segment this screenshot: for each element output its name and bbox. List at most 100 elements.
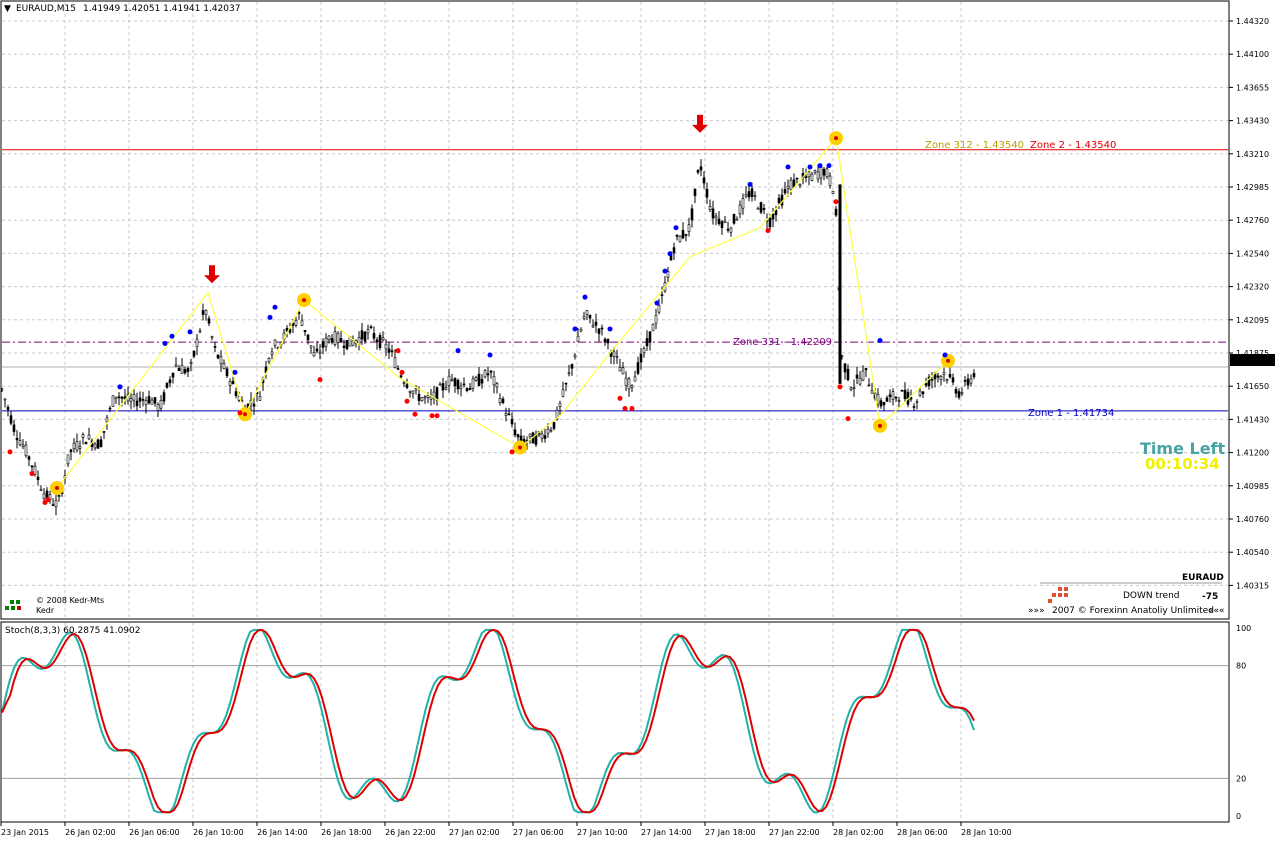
candle-body	[948, 373, 952, 378]
fractal-up-dot	[187, 329, 193, 335]
candle-body	[591, 325, 595, 328]
fractal-down-dot	[434, 413, 440, 419]
candle-body	[744, 194, 748, 197]
fractal-down-dot	[837, 384, 843, 390]
fractal-up-dot	[607, 326, 613, 332]
kedr-copyright: © 2008 Kedr-Mts	[36, 596, 104, 605]
candle-body	[408, 390, 412, 393]
candle-body	[360, 330, 364, 340]
candle-body	[489, 370, 493, 373]
candle-body	[6, 406, 10, 410]
fractal-up-dot	[487, 352, 493, 358]
candle-body	[465, 388, 469, 391]
candle-body	[351, 340, 355, 346]
fractal-up-dot	[807, 164, 813, 170]
candle-body	[9, 415, 13, 424]
candle-body	[882, 401, 886, 406]
trend-copyright-prefix: »»»	[1028, 606, 1045, 616]
candle-body	[426, 395, 430, 398]
candle-body	[159, 400, 163, 409]
candle-body	[387, 348, 391, 353]
candle-body	[843, 363, 847, 373]
candle-body	[621, 367, 625, 375]
candle-body	[957, 391, 961, 398]
candle-body	[786, 185, 790, 189]
price-tick-label: 1.44100	[1236, 50, 1269, 59]
chart-ohlc-label: 1.41949 1.42051 1.41941 1.42037	[83, 4, 240, 14]
candle-body	[693, 188, 697, 197]
price-tick-label: 1.41650	[1236, 382, 1269, 391]
candle-body	[294, 320, 298, 326]
candle-body	[66, 454, 70, 465]
candle-body	[528, 433, 532, 437]
zigzag-pivot-core	[243, 412, 247, 417]
candle-body	[558, 402, 562, 407]
price-tick-label: 1.40315	[1236, 581, 1269, 590]
chart-symbol-arrow[interactable]: ▼	[4, 4, 11, 14]
fractal-up-dot	[232, 369, 238, 375]
candle-body	[654, 315, 658, 324]
zigzag-pivot-core	[302, 298, 306, 303]
candle-body	[723, 220, 727, 223]
candle-body	[828, 175, 832, 186]
candle-body	[579, 329, 583, 332]
zigzag-pivot-core	[878, 423, 882, 428]
candle-body	[18, 440, 22, 446]
kedr-name: Kedr	[36, 606, 55, 615]
candle-body	[600, 327, 604, 330]
fractal-down-dot	[29, 471, 35, 477]
candle-body	[726, 228, 730, 231]
candle-body	[471, 378, 475, 389]
fractal-down-dot	[429, 413, 435, 419]
candle-body	[54, 500, 58, 508]
candle-body	[120, 396, 124, 399]
price-tick-label: 1.42540	[1236, 249, 1269, 258]
candle-body	[222, 362, 226, 369]
candle-body	[810, 173, 814, 181]
candle-body	[39, 488, 43, 491]
price-tick-label: 1.40985	[1236, 482, 1269, 491]
candle-body	[171, 372, 175, 378]
trend-direction: DOWN trend	[1123, 591, 1180, 601]
candle-body	[876, 393, 880, 405]
candle-body	[156, 404, 160, 411]
fractal-down-dot	[629, 406, 635, 412]
price-tick-label: 1.40760	[1236, 515, 1269, 524]
candle-body	[624, 377, 628, 386]
candle-body	[660, 294, 664, 296]
fractal-up-dot	[877, 338, 883, 344]
candle-body	[951, 377, 955, 383]
candle-body	[435, 387, 439, 401]
candle-body	[177, 367, 181, 371]
candle-body	[216, 354, 220, 359]
fractal-up-dot	[747, 181, 753, 187]
candle-body	[735, 218, 739, 221]
candle-body	[921, 391, 925, 395]
stoch-panel[interactable]	[0, 621, 1230, 823]
candle-body	[267, 358, 271, 362]
candle-body	[192, 350, 196, 357]
candle-body	[672, 247, 676, 254]
candle-body	[324, 337, 328, 347]
candle-body	[342, 345, 346, 348]
candle-body	[345, 340, 349, 350]
candle-body	[87, 434, 91, 440]
candle-body	[939, 375, 943, 380]
main-chart-panel[interactable]	[0, 0, 1230, 620]
candle-body	[546, 428, 550, 434]
chart-canvas[interactable]: 1.44320 1.44100 1.43655 1.43430 1.43210 1.429…	[0, 0, 1275, 844]
candle-body	[417, 393, 421, 401]
candle-body	[183, 369, 187, 374]
price-tick-label: 1.42760	[1236, 216, 1269, 225]
time-tick-label: 27 Jan 06:00	[513, 828, 564, 837]
fractal-up-dot	[667, 251, 673, 257]
candle-body	[618, 367, 622, 372]
candle-body	[627, 378, 631, 390]
candle-body	[135, 400, 139, 407]
candle-body	[954, 389, 958, 394]
candle-body	[414, 388, 418, 391]
candle-body	[492, 376, 496, 386]
candle-body	[564, 382, 568, 385]
candle-body	[816, 171, 820, 180]
candle-body	[93, 443, 97, 449]
